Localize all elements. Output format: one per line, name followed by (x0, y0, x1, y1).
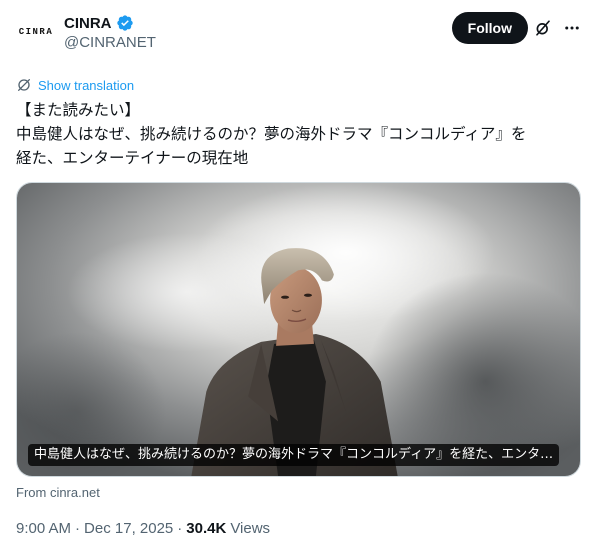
link-card[interactable]: 中島健人はなぜ、挑み続けるのか？夢の海外ドラマ『コンコルディア』を経た、エンタ… (16, 182, 581, 477)
card-title-caption: 中島健人はなぜ、挑み続けるのか？夢の海外ドラマ『コンコルディア』を経た、エンタ… (28, 444, 560, 466)
display-name[interactable]: CINRA (64, 15, 112, 32)
author-names: CINRA @CINRANET (64, 13, 156, 52)
card-image (17, 183, 580, 476)
meta-separator: · (75, 520, 81, 537)
tweet-text-line: 経た、エンターテイナーの現在地 (16, 149, 249, 167)
views-count[interactable]: 30.4K (186, 520, 226, 537)
grok-icon[interactable] (534, 19, 552, 37)
more-dots-icon (565, 26, 579, 30)
tweet-text-line: 【また読みたい】 (16, 101, 141, 119)
author-handle[interactable]: @CINRANET (64, 34, 156, 51)
card-source-link[interactable]: From cinra.net (16, 485, 582, 500)
show-translation-link[interactable]: Show translation (38, 78, 134, 93)
more-icon[interactable] (562, 18, 582, 38)
views-label: Views (230, 520, 271, 537)
display-name-row: CINRA (64, 13, 156, 33)
translate-icon (18, 79, 30, 91)
tweet-date[interactable]: Dec 17, 2025 (84, 520, 173, 537)
tweet-text: 【また読みたい】 中島健人はなぜ、挑み続けるのか？夢の海外ドラマ『コンコルディア… (16, 98, 582, 170)
meta-separator: · (177, 520, 183, 537)
tweet-time[interactable]: 9:00 AM (16, 520, 71, 537)
avatar[interactable]: CINRA (16, 12, 56, 52)
follow-button[interactable]: Follow (451, 12, 528, 44)
tweet-header: CINRA CINRA @CINRANET Follow (16, 12, 582, 54)
verified-badge-icon (116, 15, 133, 31)
tweet-meta: 9:00 AM · Dec 17, 2025 · 30.4K Views (16, 520, 582, 537)
translate-row: Show translation (16, 76, 582, 94)
avatar-logo-text: CINRA (18, 27, 54, 37)
tweet-container: CINRA CINRA @CINRANET Follow Show transl… (0, 0, 598, 537)
tweet-text-line: 中島健人はなぜ、挑み続けるのか？夢の海外ドラマ『コンコルディア』を (16, 125, 527, 143)
